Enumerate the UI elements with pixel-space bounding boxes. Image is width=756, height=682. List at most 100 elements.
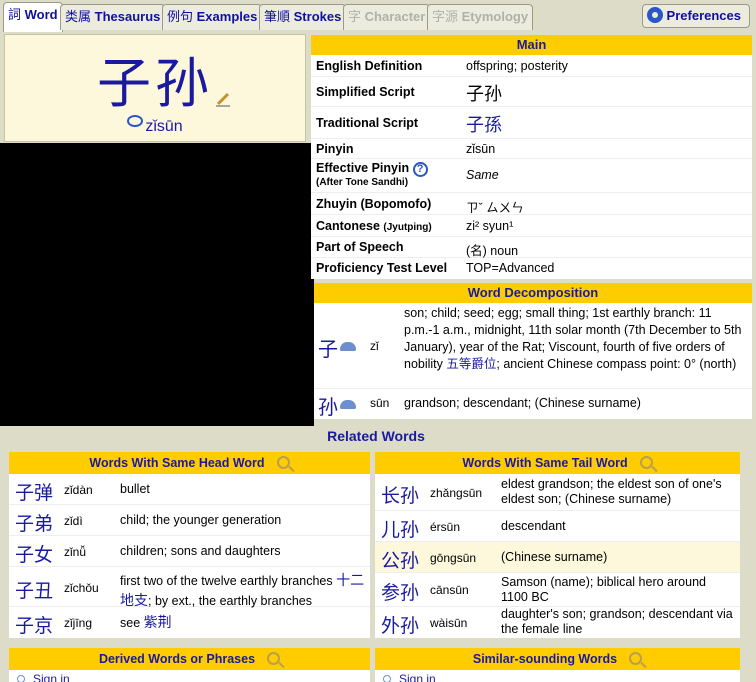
decomposition-panel: Word Decomposition 子 zǐ son; child; seed… xyxy=(314,283,752,419)
pencil-icon[interactable] xyxy=(215,91,231,107)
same-head-panel: Words With Same Head Word 子弹 zǐdàn bulle… xyxy=(9,452,370,638)
tab-etymology-cjk: 字源 xyxy=(432,9,459,24)
derived-words-panel: Derived Words or Phrases Sign in xyxy=(9,648,370,682)
list-item[interactable]: 儿孙 érsūn descendant xyxy=(375,511,740,542)
effective-pinyin-sublabel: (After Tone Sandhi) xyxy=(316,177,409,188)
preferences-button[interactable]: Preferences xyxy=(641,4,750,28)
tab-word-label: Word xyxy=(24,7,58,22)
related-def-link[interactable]: 紫荆 xyxy=(144,614,172,630)
word-card: 子孙 zǐsūn xyxy=(4,34,306,142)
search-icon[interactable] xyxy=(629,652,643,665)
value-pinyin: zǐsūn xyxy=(466,142,496,156)
value-english-definition: offspring; posterity xyxy=(466,59,568,73)
list-item[interactable]: 公孙 gōngsūn (Chinese surname) xyxy=(375,542,740,573)
help-icon[interactable]: ? xyxy=(412,162,428,177)
label-pinyin: Pinyin xyxy=(316,142,354,156)
list-item[interactable]: 子弹 zǐdàn bullet xyxy=(9,474,370,505)
list-item[interactable]: 子丑 zǐchǒu first two of the twelve earthl… xyxy=(9,567,370,608)
related-def-text: first two of the twelve earthly branches xyxy=(120,574,337,588)
list-item[interactable]: 外孙 wàisūn daughter's son; grandson; desc… xyxy=(375,607,740,638)
related-pinyin: zǐnǚ xyxy=(64,545,87,559)
search-icon[interactable] xyxy=(267,652,281,665)
decomp-definition: grandson; descendant; (Chinese surname) xyxy=(404,396,641,410)
related-words-title: Related Words xyxy=(327,428,425,444)
speaker-icon[interactable] xyxy=(127,115,144,127)
related-word[interactable]: 长孙 xyxy=(381,481,419,508)
sign-in-link[interactable]: Sign in xyxy=(383,672,436,682)
related-definition: child; the younger generation xyxy=(120,513,282,527)
value-traditional[interactable]: 子孫 xyxy=(466,111,502,137)
row-part-of-speech: Part of Speech (名) noun xyxy=(311,237,752,258)
decomp-def-text-after: ; ancient Chinese compass point: 0° (nor… xyxy=(496,357,737,371)
value-simplified: 子孙 xyxy=(466,84,502,104)
tab-strokes-label: Strokes xyxy=(293,9,342,24)
row-simplified: Simplified Script 子孙 xyxy=(311,77,752,107)
value-zhuyin: ㄗˇ ㄙㄨㄣ xyxy=(466,201,524,215)
user-icon xyxy=(383,675,391,682)
tab-bar: 詞 Word 类属 Thesaurus 例句 Examples 筆順 Strok… xyxy=(0,0,756,32)
label-proficiency: Proficiency Test Level xyxy=(316,261,448,275)
row-cantonese: Cantonese (Jyutping) zi² syun¹ xyxy=(311,215,752,237)
value-cantonese: zi² syun¹ xyxy=(466,219,514,233)
related-def-text: see xyxy=(120,616,144,630)
decomp-char[interactable]: 孙 xyxy=(318,391,338,420)
search-icon[interactable] xyxy=(639,456,653,469)
turtle-icon[interactable] xyxy=(340,400,356,409)
tab-character-label: Character xyxy=(364,9,426,24)
related-pinyin: zǐjīng xyxy=(64,616,93,630)
row-english-definition: English Definition offspring; posterity xyxy=(311,55,752,77)
cantonese-label: Cantonese xyxy=(316,219,380,233)
related-pinyin: wàisūn xyxy=(430,616,468,630)
related-definition: bullet xyxy=(120,482,150,496)
tab-thesaurus-label: Thesaurus xyxy=(94,9,161,24)
related-pinyin: gōngsūn xyxy=(430,551,477,565)
preferences-label: Preferences xyxy=(666,8,741,23)
label-traditional: Traditional Script xyxy=(316,116,419,130)
list-item[interactable]: 子弟 zǐdì child; the younger generation xyxy=(9,505,370,536)
same-tail-header: Words With Same Tail Word xyxy=(375,452,740,474)
derived-words-header-label: Derived Words or Phrases xyxy=(98,652,256,666)
tab-examples-cjk: 例句 xyxy=(167,9,194,24)
row-zhuyin: Zhuyin (Bopomofo) ㄗˇ ㄙㄨㄣ xyxy=(311,193,752,215)
related-word[interactable]: 参孙 xyxy=(381,578,419,605)
tab-examples[interactable]: 例句 Examples xyxy=(162,4,263,30)
row-effective-pinyin: Effective Pinyin ? (After Tone Sandhi) Sa… xyxy=(311,159,752,193)
related-word[interactable]: 外孙 xyxy=(381,611,419,638)
value-effective-pinyin: Same xyxy=(466,168,499,182)
tab-thesaurus[interactable]: 类属 Thesaurus xyxy=(60,4,166,30)
gear-icon xyxy=(646,7,663,23)
list-item[interactable]: 子女 zǐnǚ children; sons and daughters xyxy=(9,536,370,567)
turtle-icon[interactable] xyxy=(340,342,356,351)
tab-strokes[interactable]: 筆順 Strokes xyxy=(259,4,347,30)
decomp-def-link[interactable]: 五等爵位 xyxy=(446,357,496,371)
label-part-of-speech: Part of Speech xyxy=(316,240,404,254)
list-item[interactable]: 参孙 cānsūn Samson (name); biblical hero a… xyxy=(375,573,740,607)
related-definition: eldest grandson; the eldest son of one's… xyxy=(501,477,722,506)
label-zhuyin: Zhuyin (Bopomofo) xyxy=(316,197,432,211)
sign-in-link[interactable]: Sign in xyxy=(17,672,70,682)
similar-sounding-header-label: Similar-sounding Words xyxy=(472,652,618,666)
decomp-char[interactable]: 子 xyxy=(318,333,338,362)
search-icon[interactable] xyxy=(276,456,290,469)
related-pinyin: zhǎngsūn xyxy=(430,486,483,500)
tab-word[interactable]: 詞 Word xyxy=(3,2,63,32)
decomposition-header: Word Decomposition xyxy=(314,283,752,303)
related-word[interactable]: 子丑 xyxy=(15,576,53,603)
related-word[interactable]: 子女 xyxy=(15,540,53,567)
list-item[interactable]: 长孙 zhǎngsūn eldest grandson; the eldest … xyxy=(375,474,740,511)
related-definition: children; sons and daughters xyxy=(120,544,281,558)
related-word[interactable]: 子弹 xyxy=(15,478,53,505)
effective-pinyin-label: Effective Pinyin xyxy=(316,161,410,175)
same-head-header: Words With Same Head Word xyxy=(9,452,370,474)
tab-word-cjk: 詞 xyxy=(8,7,22,22)
related-pinyin: cānsūn xyxy=(430,583,469,597)
related-word[interactable]: 子弟 xyxy=(15,509,53,536)
related-definition: first two of the twelve earthly branches… xyxy=(120,571,366,611)
word-pinyin-row: zǐsūn xyxy=(5,115,305,136)
value-proficiency: TOP=Advanced xyxy=(466,261,555,275)
tab-character-cjk: 字 xyxy=(348,9,362,24)
related-word[interactable]: 公孙 xyxy=(381,546,419,573)
related-word[interactable]: 子京 xyxy=(15,611,53,638)
list-item[interactable]: 子京 zǐjīng see 紫荆 xyxy=(9,607,370,638)
related-word[interactable]: 儿孙 xyxy=(381,515,419,542)
